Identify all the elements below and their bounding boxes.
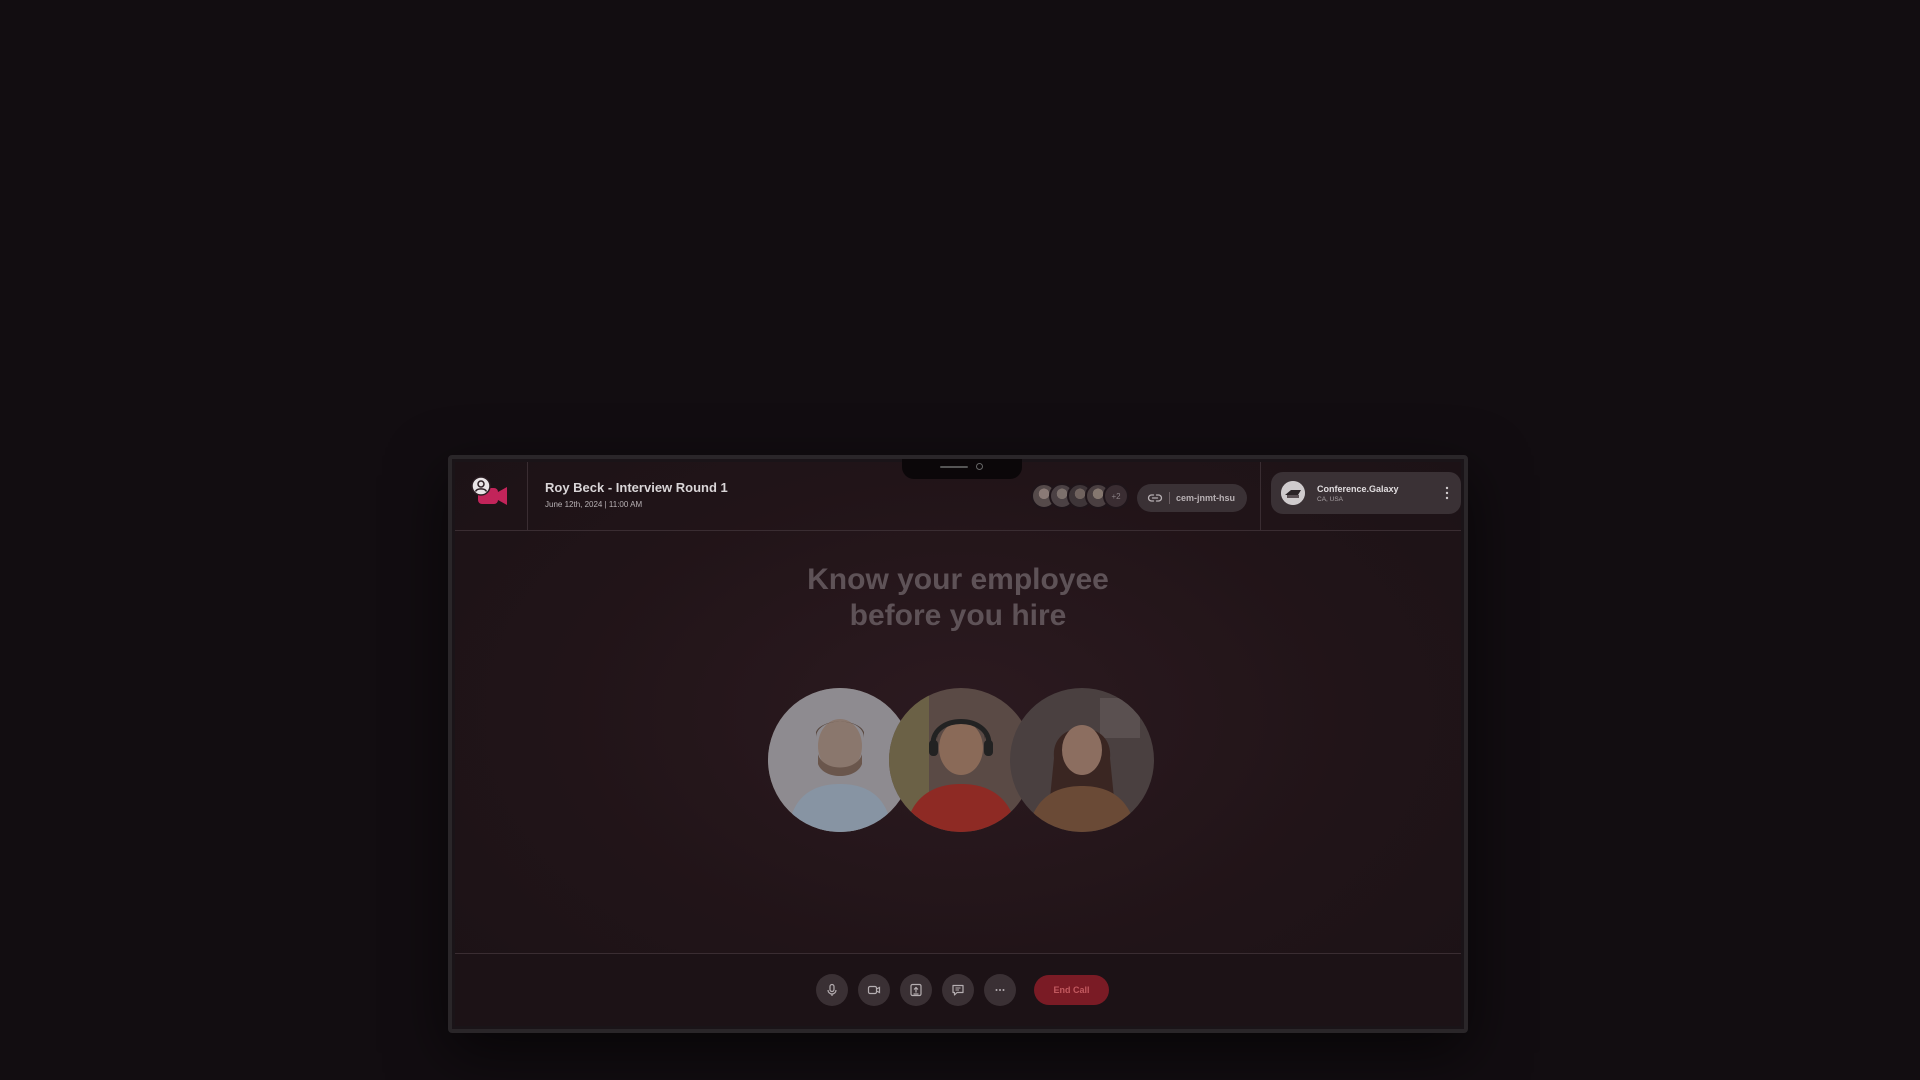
tablet-device: Roy Beck - Interview Round 1 June 12th, … (448, 455, 1468, 1033)
company-card[interactable]: Conference.Galaxy CA, USA (1271, 472, 1461, 514)
video-button[interactable] (858, 974, 890, 1006)
share-screen-button[interactable] (900, 974, 932, 1006)
hero-headline: Know your employee before you hire (455, 562, 1461, 634)
link-icon (1147, 494, 1163, 502)
share-screen-icon (910, 983, 922, 997)
headline-line-2: before you hire (849, 599, 1067, 632)
end-call-button[interactable]: End Call (1034, 975, 1109, 1005)
more-options-button[interactable] (984, 974, 1016, 1006)
meeting-link-button[interactable]: cem-jnmt-hsu (1137, 484, 1247, 512)
chat-icon (952, 984, 964, 996)
video-icon (867, 985, 881, 995)
meeting-title: Roy Beck - Interview Round 1 (545, 480, 728, 495)
meeting-datetime: June 12th, 2024 | 11:00 AM (545, 500, 643, 509)
company-location: CA, USA (1317, 496, 1344, 503)
device-notch (902, 459, 1022, 479)
company-name: Conference.Galaxy (1317, 484, 1399, 494)
company-logo-icon (1281, 481, 1305, 505)
logo-cell (455, 462, 528, 530)
participant-photo (1010, 688, 1154, 832)
chat-button[interactable] (942, 974, 974, 1006)
app-logo-icon (471, 476, 507, 505)
call-controls: End Call (816, 974, 1109, 1006)
video-call-screen: Roy Beck - Interview Round 1 June 12th, … (455, 462, 1461, 1026)
meeting-info: Roy Beck - Interview Round 1 June 12th, … (545, 480, 728, 509)
notch-speaker (940, 466, 968, 468)
mic-icon (827, 983, 837, 996)
link-separator (1169, 492, 1170, 504)
meeting-code: cem-jnmt-hsu (1176, 493, 1236, 503)
call-controls-bar: End Call (455, 953, 1461, 1026)
mic-button[interactable] (816, 974, 848, 1006)
kebab-menu-icon[interactable] (1445, 486, 1449, 500)
more-icon (995, 989, 1005, 991)
headline-line-1: Know your employee (807, 563, 1109, 596)
camera-icon (976, 463, 983, 470)
header-divider (1260, 462, 1261, 530)
participant-faces (768, 688, 1154, 834)
more-participants-badge[interactable]: +2 (1103, 483, 1129, 509)
